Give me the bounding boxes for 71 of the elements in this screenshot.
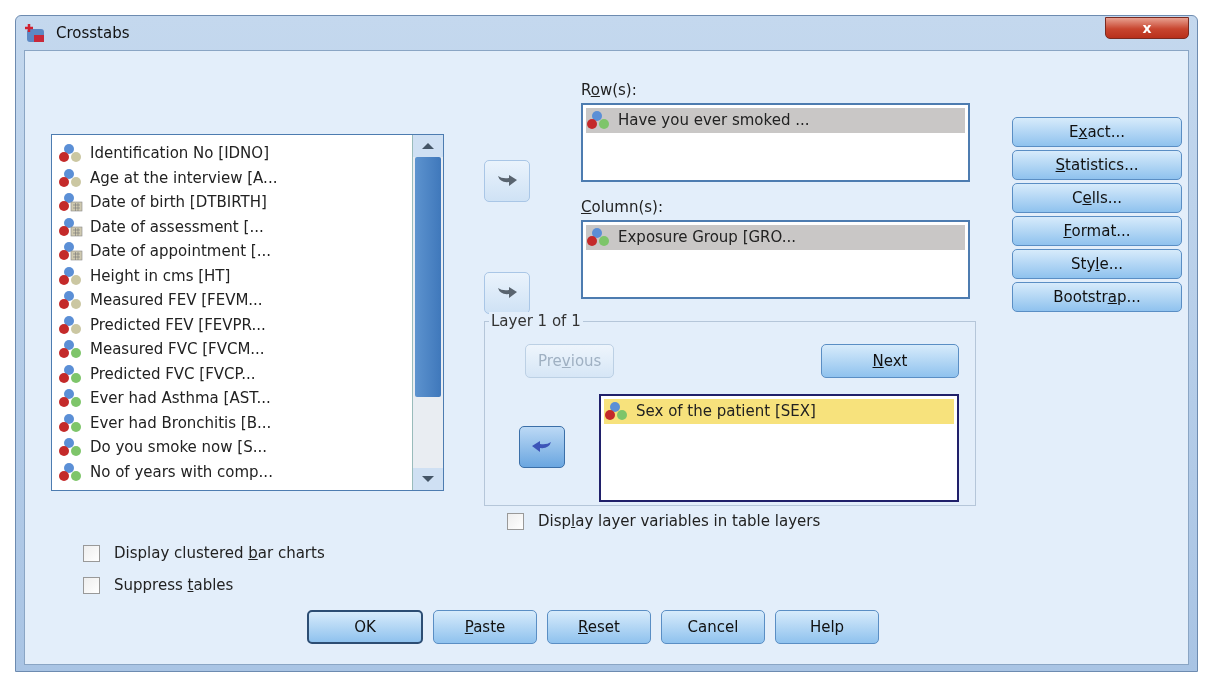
variable-icon — [58, 339, 84, 360]
checkbox[interactable] — [83, 544, 100, 562]
dialog-button[interactable]: Paste — [433, 610, 537, 644]
variable-icon — [58, 461, 84, 482]
list-item[interactable]: Ever had Asthma [AST... — [58, 386, 412, 411]
date-variable-icon — [58, 241, 84, 262]
list-item[interactable]: Height in cms [HT] — [58, 263, 412, 288]
window-title: Crosstabs — [56, 24, 131, 42]
variable-icon — [58, 388, 84, 409]
checkbox-label: Display layer variables in table layers — [538, 512, 821, 530]
variable-icon — [58, 290, 84, 311]
close-button[interactable]: x — [1105, 17, 1189, 39]
dialog-button[interactable]: Reset — [547, 610, 651, 644]
variable-icon — [58, 167, 84, 188]
move-to-rows-button[interactable] — [484, 160, 530, 202]
variable-icon — [58, 412, 84, 433]
next-button[interactable]: Next — [821, 344, 959, 378]
list-item[interactable]: Date of birth [DTBIRTH] — [58, 190, 412, 215]
variable-icon — [586, 110, 612, 131]
columns-list[interactable]: Exposure Group [GRO... — [581, 220, 970, 299]
checkbox-label: Suppress tables — [114, 576, 234, 594]
dialog-button[interactable]: Format... — [1012, 216, 1182, 246]
checkbox[interactable] — [507, 512, 524, 530]
move-to-columns-button[interactable] — [484, 272, 530, 314]
date-variable-icon — [58, 216, 84, 237]
variable-icon — [58, 363, 84, 384]
list-item[interactable]: Sex of the patient [SEX] — [604, 399, 954, 424]
variable-icon — [586, 227, 612, 248]
list-item[interactable]: Measured FVC [FVCM... — [58, 337, 412, 362]
crosstabs-app-icon — [24, 23, 46, 43]
left-arrow-icon — [531, 440, 553, 454]
dialog-button[interactable]: Exact... — [1012, 117, 1182, 147]
right-arrow-icon — [496, 286, 518, 300]
variable-icon — [58, 437, 84, 458]
right-arrow-icon — [496, 174, 518, 188]
variable-list[interactable] — [51, 134, 444, 491]
list-item[interactable]: Ever had Bronchitis [B... — [58, 410, 412, 435]
list-item[interactable]: Predicted FVC [FVCP... — [58, 361, 412, 386]
columns-label: Column(s): — [581, 198, 665, 216]
checkbox[interactable] — [83, 576, 100, 594]
date-variable-icon — [58, 192, 84, 213]
variable-icon — [58, 143, 84, 164]
dialog-button[interactable]: OK — [307, 610, 423, 644]
scroll-up-icon — [422, 143, 434, 149]
rows-list[interactable]: Have you ever smoked ... — [581, 103, 970, 182]
list-item[interactable]: Age at the interview [A... — [58, 165, 412, 190]
dialog-button[interactable]: Statistics... — [1012, 150, 1182, 180]
variable-icon — [604, 401, 630, 422]
list-item[interactable]: Date of appointment [... — [58, 239, 412, 264]
move-to-layer-button[interactable] — [519, 426, 565, 468]
list-item[interactable]: Exposure Group [GRO... — [586, 225, 965, 250]
dialog-button[interactable]: Cells... — [1012, 183, 1182, 213]
variable-icon — [58, 314, 84, 335]
dialog-button[interactable]: Style... — [1012, 249, 1182, 279]
list-item[interactable]: Identification No [IDNO] — [58, 141, 412, 166]
scroll-down-icon — [422, 476, 434, 482]
dialog-button[interactable]: Bootstrap... — [1012, 282, 1182, 312]
checkbox-label: Display clustered bar charts — [114, 544, 325, 562]
list-item[interactable]: No of years with comp... — [58, 459, 412, 484]
rows-label: Row(s): — [581, 81, 638, 99]
layer-list[interactable]: Sex of the patient [SEX] — [599, 394, 959, 502]
scrollbar[interactable] — [412, 135, 443, 490]
variable-icon — [58, 265, 84, 286]
list-item[interactable]: Do you smoke now [S... — [58, 435, 412, 460]
list-item[interactable]: Measured FEV [FEVM... — [58, 288, 412, 313]
list-item[interactable]: Predicted FEV [FEVPR... — [58, 312, 412, 337]
layer-title: Layer 1 of 1 — [489, 312, 583, 330]
dialog-button[interactable]: Help — [775, 610, 879, 644]
dialog-button[interactable]: Cancel — [661, 610, 765, 644]
list-item[interactable]: Date of assessment [... — [58, 214, 412, 239]
list-item[interactable]: Have you ever smoked ... — [586, 108, 965, 133]
